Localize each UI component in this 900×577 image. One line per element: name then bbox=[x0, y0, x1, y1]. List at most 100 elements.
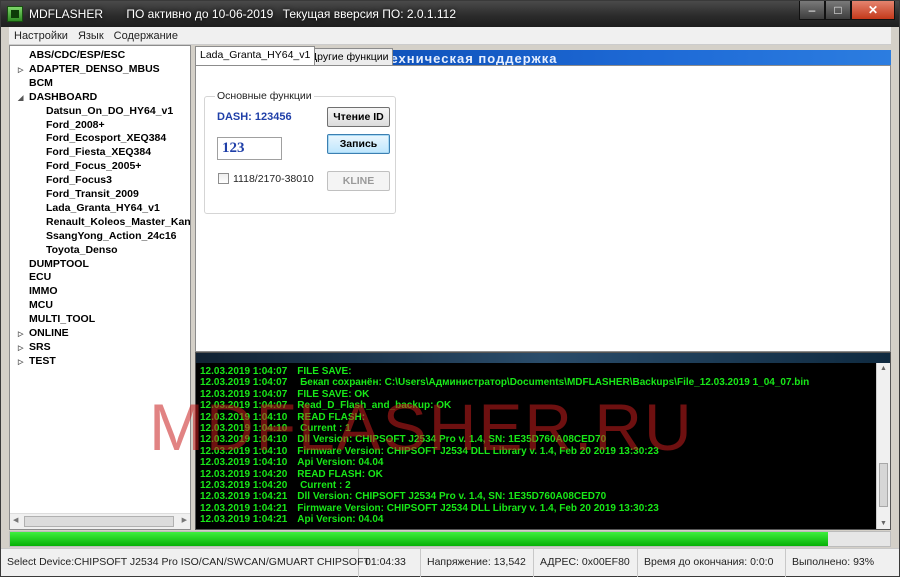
tree-item[interactable]: DUMPTOOL bbox=[18, 257, 89, 271]
log-message: READ FLASH: bbox=[297, 411, 366, 423]
tree-item[interactable]: MCU bbox=[18, 298, 53, 312]
tree-item[interactable]: Ford_2008+ bbox=[46, 118, 105, 132]
tree-item[interactable]: ▷ ADAPTER_DENSO_MBUS bbox=[18, 62, 160, 76]
tab-other-functions[interactable]: Другие функции bbox=[305, 48, 394, 65]
tree-item-label: MCU bbox=[29, 299, 53, 312]
log-line: 12.03.2019 1:04:21 Dll Version: CHIPSOFT … bbox=[200, 491, 606, 502]
status-remaining: Время до окончания: 0:0:0 bbox=[638, 549, 786, 577]
log-vertical-scrollbar[interactable]: ▲ ▼ bbox=[876, 363, 890, 529]
scroll-right-icon[interactable]: ▶ bbox=[182, 516, 187, 524]
tree-item[interactable]: MULTI_TOOL bbox=[18, 312, 95, 326]
tree-item-label: Ford_Focus3 bbox=[46, 174, 112, 187]
log-message: FILE SAVE: bbox=[297, 366, 352, 377]
log-line: 12.03.2019 1:04:10 READ FLASH: bbox=[200, 412, 365, 423]
window-title: MDFLASHER ПО активно до 10-06-2019 Текущ… bbox=[29, 7, 476, 21]
app-name: MDFLASHER bbox=[29, 7, 104, 21]
minimize-button[interactable]: – bbox=[799, 1, 825, 20]
title-bar[interactable]: MDFLASHER ПО активно до 10-06-2019 Текущ… bbox=[1, 1, 899, 27]
dash-id-label: DASH: 123456 bbox=[217, 111, 292, 123]
expanded-arrow-icon[interactable]: ◢ bbox=[18, 92, 29, 106]
scrollbar-thumb[interactable] bbox=[24, 516, 174, 527]
tree-item[interactable]: Lada_Granta_HY64_v1 bbox=[46, 201, 160, 215]
log-timestamp: 12.03.2019 1:04:20 bbox=[200, 480, 288, 491]
main-functions-group: Основные функции DASH: 123456 Чтение ID … bbox=[204, 90, 396, 214]
tree-item-label: Datsun_On_DO_HY64_v1 bbox=[46, 104, 174, 117]
progress-bar bbox=[9, 531, 891, 547]
read-id-button[interactable]: Чтение ID bbox=[327, 107, 390, 127]
scroll-up-icon[interactable]: ▲ bbox=[880, 365, 887, 372]
tree-item[interactable]: Ford_Focus3 bbox=[46, 173, 112, 187]
tree-item-label: TEST bbox=[29, 354, 56, 367]
tab-lada-granta[interactable]: Lada_Granta_HY64_v1 bbox=[195, 46, 316, 65]
maximize-button[interactable]: □ bbox=[825, 1, 851, 20]
tree-item[interactable]: Ford_Transit_2009 bbox=[46, 187, 139, 201]
log-timestamp: 12.03.2019 1:04:07 bbox=[200, 366, 288, 377]
tree-item[interactable]: Ford_Focus_2005+ bbox=[46, 159, 141, 173]
menu-language[interactable]: Язык bbox=[73, 30, 109, 42]
tree-horizontal-scrollbar[interactable]: ◀ ▶ bbox=[10, 513, 190, 529]
menu-contents[interactable]: Содержание bbox=[109, 30, 183, 42]
menu-settings[interactable]: Настройки bbox=[9, 30, 73, 42]
tree-item-label: MULTI_TOOL bbox=[29, 313, 96, 326]
tree-item-label: DUMPTOOL bbox=[29, 257, 89, 270]
app-logo-icon bbox=[7, 6, 23, 22]
expand-arrow-icon[interactable]: ▷ bbox=[18, 356, 29, 370]
tree-item[interactable]: ABS/CDC/ESP/ESC bbox=[18, 48, 125, 62]
tab-content: Основные функции DASH: 123456 Чтение ID … bbox=[195, 65, 891, 352]
tree-item[interactable]: IMMO bbox=[18, 284, 58, 298]
tree-item[interactable]: Ford_Ecosport_XEQ384 bbox=[46, 131, 166, 145]
scrollbar-thumb[interactable] bbox=[879, 463, 888, 507]
log-console[interactable]: ▲ ▼ 12.03.2019 1:04:07 FILE SAVE: 12.03.20… bbox=[195, 352, 891, 530]
status-done: Выполнено: 93% bbox=[792, 556, 875, 568]
tree-item[interactable]: Toyota_Denso bbox=[46, 243, 118, 257]
tree-item-label: ECU bbox=[29, 271, 52, 284]
log-timestamp: 12.03.2019 1:04:07 bbox=[200, 400, 288, 412]
log-timestamp: 12.03.2019 1:04:10 bbox=[200, 411, 288, 423]
log-timestamp: 12.03.2019 1:04:10 bbox=[200, 434, 288, 446]
log-message: READ FLASH: OK bbox=[297, 468, 383, 480]
status-time: 01:04:33 bbox=[359, 549, 421, 577]
log-line: 12.03.2019 1:04:07 FILE SAVE: OK bbox=[200, 389, 369, 400]
model-checkbox[interactable] bbox=[218, 173, 229, 184]
log-message: FILE SAVE: OK bbox=[297, 388, 370, 400]
log-line: 12.03.2019 1:04:07 Бекап сохранён: C:\Us… bbox=[200, 377, 809, 388]
tree-item[interactable]: Renault_Koleos_Master_Kan bbox=[46, 215, 190, 229]
tree-item-label: BCM bbox=[29, 76, 53, 89]
kline-button[interactable]: KLINE bbox=[327, 171, 390, 191]
close-button[interactable]: ✕ bbox=[851, 1, 895, 20]
log-line: 12.03.2019 1:04:07 FILE SAVE: bbox=[200, 366, 352, 377]
scroll-down-icon[interactable]: ▼ bbox=[880, 520, 887, 527]
tree-item-label: ONLINE bbox=[29, 327, 69, 339]
log-line: 12.03.2019 1:04:10 Current : 1 bbox=[200, 423, 351, 434]
log-message: Firmware Version: CHIPSOFT J2534 DLL Lib… bbox=[297, 445, 659, 457]
log-line: 12.03.2019 1:04:20 READ FLASH: OK bbox=[200, 469, 383, 480]
log-timestamp: 12.03.2019 1:04:20 bbox=[200, 468, 288, 480]
log-message: Api Version: 04.04 bbox=[297, 514, 384, 526]
tree-item[interactable]: BCM bbox=[18, 76, 53, 90]
tree-item[interactable]: ▷ TEST bbox=[18, 354, 56, 368]
menu-bar: Настройки Язык Содержание bbox=[9, 27, 891, 45]
status-device: Select Device:CHIPSOFT J2534 Pro ISO/CAN… bbox=[1, 549, 370, 577]
tree-item[interactable]: ▷ ONLINE bbox=[18, 326, 69, 340]
write-button[interactable]: Запись bbox=[327, 134, 390, 154]
license-status: ПО активно до 10-06-2019 bbox=[126, 7, 274, 21]
status-bar: Select Device:CHIPSOFT J2534 Pro ISO/CAN… bbox=[1, 548, 899, 577]
value-input[interactable]: 123 bbox=[217, 137, 282, 160]
log-timestamp: 12.03.2019 1:04:10 bbox=[200, 445, 288, 457]
tree-item[interactable]: ◢ DASHBOARD bbox=[18, 90, 97, 104]
tree-item[interactable]: SsangYong_Action_24c16 bbox=[46, 229, 177, 243]
log-message: Current : 1 bbox=[297, 423, 351, 434]
tree-item[interactable]: ▷ SRS bbox=[18, 340, 51, 354]
scroll-left-icon[interactable]: ◀ bbox=[13, 516, 18, 524]
log-line: 12.03.2019 1:04:10 Api Version: 04.04 bbox=[200, 457, 383, 468]
tree-item-label: ABS/CDC/ESP/ESC bbox=[29, 49, 126, 61]
log-line: 12.03.2019 1:04:21 Firmware Version: CHIP… bbox=[200, 503, 659, 514]
tree-item-label: Toyota_Denso bbox=[46, 243, 118, 256]
software-version: Текущая вверсия ПО: 2.0.1.112 bbox=[282, 7, 457, 21]
tree-item[interactable]: Ford_Fiesta_XEQ384 bbox=[46, 145, 151, 159]
tree-item-label: SRS bbox=[29, 340, 51, 353]
module-tree[interactable]: ◀ ▶ ABS/CDC/ESP/ESC ▷ ADAPTER_DENSO_MBUS BC… bbox=[9, 45, 191, 530]
progress-fill bbox=[10, 532, 829, 546]
tree-item[interactable]: ECU bbox=[18, 270, 51, 284]
tree-item[interactable]: Datsun_On_DO_HY64_v1 bbox=[46, 104, 173, 118]
